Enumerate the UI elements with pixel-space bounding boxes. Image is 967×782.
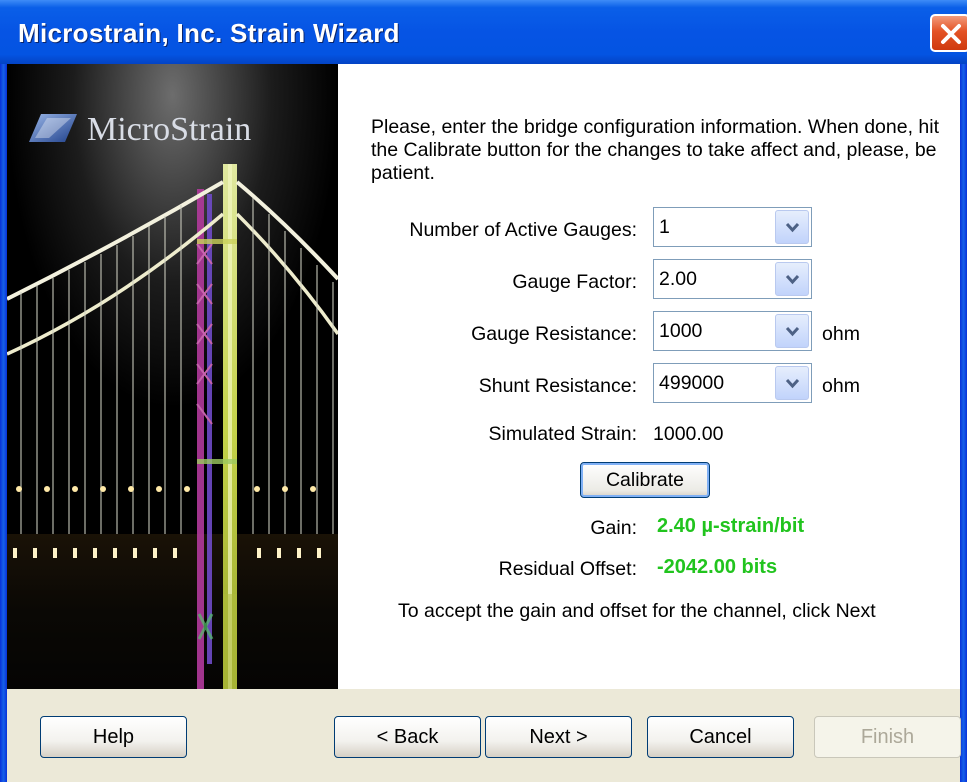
finish-button[interactable]: Finish xyxy=(814,716,961,758)
title-bar[interactable]: Microstrain, Inc. Strain Wizard xyxy=(0,0,967,64)
gauge-resistance-dropdown[interactable]: 1000 xyxy=(653,311,812,351)
shunt-resistance-unit: ohm xyxy=(822,375,860,397)
residual-offset-label: Residual Offset: xyxy=(498,558,637,580)
bridge-banner-image: MicroStrain xyxy=(7,64,338,689)
chevron-down-icon xyxy=(785,378,800,389)
shunt-resistance-value: 499000 xyxy=(659,372,725,394)
chevron-down-icon xyxy=(785,222,800,233)
bridge-illustration: MicroStrain xyxy=(7,64,338,689)
help-button[interactable]: Help xyxy=(40,716,187,758)
chevron-down-icon xyxy=(785,274,800,285)
gauge-factor-dropdown[interactable]: 2.00 xyxy=(653,259,812,299)
gauge-factor-dropdown-button[interactable] xyxy=(775,262,809,296)
shunt-resistance-label: Shunt Resistance: xyxy=(478,375,637,397)
chevron-down-icon xyxy=(785,326,800,337)
gauge-resistance-value: 1000 xyxy=(659,320,703,342)
logo-wordmark: MicroStrain xyxy=(87,111,251,148)
active-gauges-dropdown[interactable]: 1 xyxy=(653,207,812,247)
instructions-text: Please, enter the bridge configuration i… xyxy=(371,116,940,184)
next-step-note: To accept the gain and offset for the ch… xyxy=(398,600,876,622)
calibrate-button[interactable]: Calibrate xyxy=(580,462,710,498)
active-gauges-dropdown-button[interactable] xyxy=(775,210,809,244)
gain-label: Gain: xyxy=(590,517,637,539)
back-button[interactable]: < Back xyxy=(334,716,481,758)
shunt-resistance-dropdown[interactable]: 499000 xyxy=(653,363,812,403)
gauge-resistance-label: Gauge Resistance: xyxy=(471,323,637,345)
window-title: Microstrain, Inc. Strain Wizard xyxy=(18,18,400,48)
gauge-factor-label: Gauge Factor: xyxy=(512,271,637,293)
cancel-button[interactable]: Cancel xyxy=(647,716,794,758)
strain-wizard-window: Microstrain, Inc. Strain Wizard MicroStr… xyxy=(0,0,967,782)
window-frame-left xyxy=(0,64,7,782)
close-icon xyxy=(941,24,961,44)
active-gauges-value: 1 xyxy=(659,216,670,238)
residual-offset-value: -2042.00 bits xyxy=(657,556,778,578)
gauge-resistance-unit: ohm xyxy=(822,323,860,345)
gauge-factor-value: 2.00 xyxy=(659,268,697,290)
shunt-resistance-dropdown-button[interactable] xyxy=(775,366,809,400)
simulated-strain-value: 1000.00 xyxy=(653,423,724,445)
gauge-resistance-dropdown-button[interactable] xyxy=(775,314,809,348)
close-button[interactable] xyxy=(930,14,967,52)
active-gauges-label: Number of Active Gauges: xyxy=(409,219,637,241)
gain-value: 2.40 µ-strain/bit xyxy=(657,515,805,537)
simulated-strain-label: Simulated Strain: xyxy=(488,423,638,445)
next-button[interactable]: Next > xyxy=(485,716,632,758)
content-panel: Please, enter the bridge configuration i… xyxy=(338,64,960,689)
window-frame-right xyxy=(960,64,967,782)
